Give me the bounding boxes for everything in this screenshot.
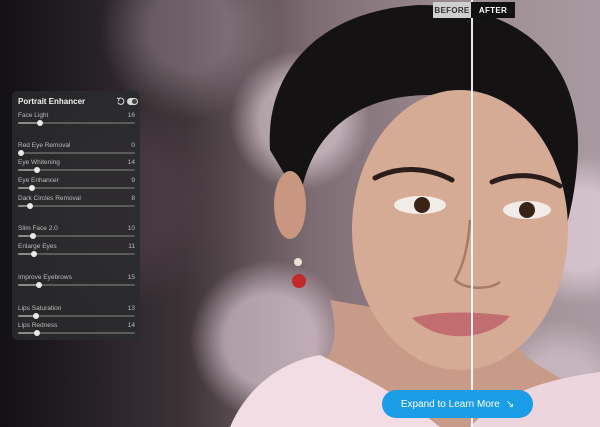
slider-track[interactable] [18, 281, 135, 288]
portrait-enhancer-panel: Portrait Enhancer Face Light 16 Red Eye … [12, 91, 140, 340]
slider-handle[interactable] [29, 232, 36, 239]
slider-fill [18, 332, 35, 334]
slider-track[interactable] [18, 250, 135, 257]
before-label[interactable]: BEFORE [433, 2, 471, 18]
slider-value: 0 [131, 142, 135, 149]
slider-value: 16 [127, 112, 135, 119]
slider-label: Red Eye Removal [18, 142, 71, 149]
slider-track[interactable] [18, 202, 135, 209]
slider-value: 15 [127, 274, 135, 281]
slider-value: 8 [131, 195, 135, 202]
slider-value: 9 [131, 177, 135, 184]
slider-fill [18, 284, 36, 286]
slider-label: Face Light [18, 112, 49, 119]
slider-handle[interactable] [28, 184, 35, 191]
slider-handle[interactable] [35, 281, 42, 288]
before-after-toggle: BEFORE AFTER [433, 2, 515, 18]
slider-fill [18, 187, 29, 189]
panel-header: Portrait Enhancer [18, 97, 138, 109]
slider-row: Red Eye Removal 0 [18, 142, 135, 160]
slider-label: Improve Eyebrows [18, 274, 72, 281]
slider-handle[interactable] [36, 119, 43, 126]
slider-value: 11 [128, 243, 135, 250]
slider-track[interactable] [18, 166, 135, 173]
slider-label: Eye Enhancer [18, 177, 59, 184]
after-label[interactable]: AFTER [471, 2, 515, 18]
slider-track[interactable] [18, 312, 135, 319]
slider-label: Enlarge Eyes [18, 243, 57, 250]
slider-track[interactable] [18, 119, 135, 126]
slider-track[interactable] [18, 149, 135, 156]
slider-label: Dark Circles Removal [18, 195, 81, 202]
slider-fill [18, 315, 34, 317]
slider-value: 14 [127, 159, 135, 166]
reset-icon[interactable] [116, 97, 125, 106]
slider-row: Eye Enhancer 9 [18, 177, 135, 195]
cta-label: Expand to Learn More [400, 398, 500, 410]
slider-handle[interactable] [34, 166, 41, 173]
before-after-divider[interactable] [471, 0, 473, 427]
slider-label: Lips Saturation [18, 305, 62, 312]
slider-handle[interactable] [33, 312, 40, 319]
slider-fill [18, 205, 28, 207]
slider-fill [18, 169, 35, 171]
slider-row: Face Light 16 [18, 112, 135, 130]
panel-enable-toggle[interactable] [127, 98, 138, 105]
slider-row: Slim Face 2.0 10 [18, 225, 135, 243]
slider-value: 13 [127, 305, 135, 312]
slider-row: Eye Whitening 14 [18, 159, 135, 177]
slider-label: Eye Whitening [18, 159, 60, 166]
slider-label: Lips Redness [18, 322, 58, 329]
slider-row: Dark Circles Removal 8 [18, 195, 135, 213]
slider-handle[interactable] [30, 250, 37, 257]
slider-fill [18, 235, 30, 237]
slider-label: Slim Face 2.0 [18, 225, 58, 232]
slider-row: Enlarge Eyes 11 [18, 243, 135, 261]
slider-fill [18, 122, 37, 124]
panel-title: Portrait Enhancer [18, 97, 86, 106]
slider-row: Lips Saturation 13 [18, 305, 135, 323]
slider-track[interactable] [18, 232, 135, 239]
arrow-down-right-icon: ↘ [505, 398, 515, 410]
slider-value: 14 [127, 322, 135, 329]
slider-row: Improve Eyebrows 15 [18, 274, 135, 292]
slider-handle[interactable] [27, 202, 34, 209]
slider-handle[interactable] [34, 329, 41, 336]
slider-row: Lips Redness 14 [18, 322, 135, 340]
slider-track[interactable] [18, 184, 135, 191]
slider-fill [18, 253, 31, 255]
slider-track[interactable] [18, 329, 135, 336]
expand-learn-more-button[interactable]: Expand to Learn More ↘ [382, 390, 533, 418]
slider-handle[interactable] [18, 149, 24, 156]
slider-value: 10 [127, 225, 135, 232]
